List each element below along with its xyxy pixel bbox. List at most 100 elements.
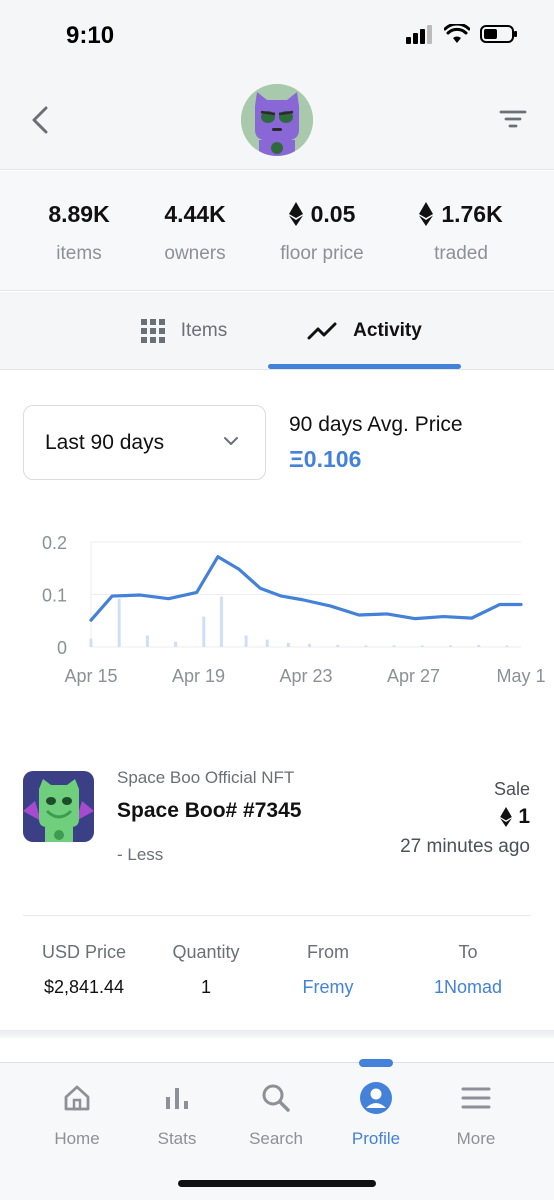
ethereum-icon bbox=[288, 202, 303, 226]
tab-bar: Items Activity bbox=[0, 292, 554, 370]
volume-bar bbox=[174, 641, 178, 647]
detail-from-label: From bbox=[307, 942, 349, 962]
filter-icon bbox=[499, 110, 527, 128]
time-range-value: Last 90 days bbox=[45, 431, 165, 454]
y-tick-label: 0 bbox=[57, 638, 67, 658]
detail-usd-label: USD Price bbox=[41, 942, 126, 962]
event-collection-name: Space Boo Official NFT bbox=[117, 768, 295, 787]
x-tick-label: Apr 23 bbox=[279, 666, 332, 686]
status-bar: 9:10 bbox=[0, 0, 554, 70]
collection-stats: 8.89K items 4.44K owners 0.05 floor pric… bbox=[0, 171, 554, 291]
stat-owners-label: owners bbox=[164, 243, 226, 264]
detail-usd-value: $2,841.44 bbox=[43, 977, 125, 997]
stat-floor-price: 0.05 floor price bbox=[266, 199, 378, 265]
stat-items-value: 8.89K bbox=[34, 199, 124, 229]
ethereum-icon bbox=[419, 202, 434, 226]
nav-stats-label: Stats bbox=[157, 1129, 197, 1148]
volume-bar bbox=[219, 596, 223, 647]
price-line bbox=[89, 555, 523, 622]
chevron-down-icon bbox=[224, 437, 238, 445]
menu-icon bbox=[461, 1087, 491, 1109]
nav-profile[interactable]: Profile bbox=[326, 1081, 426, 1149]
collection-avatar[interactable] bbox=[241, 84, 313, 156]
stat-owners-number: 4.44K bbox=[164, 200, 226, 227]
detail-qty-value: 1 bbox=[200, 977, 211, 997]
volume-bar bbox=[336, 644, 340, 647]
detail-from-link[interactable]: Fremy bbox=[276, 977, 380, 998]
ethereum-icon bbox=[500, 807, 513, 827]
stat-owners: 4.44K owners bbox=[147, 199, 243, 265]
stat-floor-number: 0.05 bbox=[310, 200, 356, 227]
back-button[interactable] bbox=[26, 100, 56, 140]
volume-bar bbox=[89, 638, 93, 647]
nav-search-label: Search bbox=[249, 1129, 303, 1148]
volume-bar bbox=[202, 616, 206, 647]
event-type: Sale bbox=[493, 779, 530, 799]
event-price: 1 bbox=[500, 805, 530, 829]
detail-from: From Fremy bbox=[276, 942, 380, 998]
stat-traded-label: traded bbox=[434, 243, 488, 264]
active-tab-indicator bbox=[268, 364, 461, 369]
x-tick-label: Apr 15 bbox=[64, 666, 117, 686]
filter-button[interactable] bbox=[498, 104, 528, 134]
volume-bar bbox=[265, 639, 269, 647]
less-toggle[interactable]: - Less bbox=[117, 845, 163, 865]
detail-to-label: To bbox=[458, 942, 478, 962]
stat-floor-value: 0.05 bbox=[266, 199, 378, 229]
nav-home-label: Home bbox=[54, 1129, 100, 1148]
event-time: 27 minutes ago bbox=[400, 836, 530, 857]
nav-home[interactable]: Home bbox=[27, 1081, 127, 1149]
volume-bar bbox=[449, 645, 453, 647]
profile-icon bbox=[360, 1082, 392, 1114]
trending-icon bbox=[307, 322, 337, 340]
space-boo-nft-icon bbox=[23, 771, 94, 842]
nav-search[interactable]: Search bbox=[226, 1081, 326, 1149]
collection-header bbox=[0, 70, 554, 170]
tab-activity[interactable]: Activity bbox=[268, 292, 461, 370]
stat-items-label: items bbox=[56, 243, 102, 264]
time-range-select[interactable]: Last 90 days bbox=[23, 405, 266, 480]
stat-items-number: 8.89K bbox=[48, 200, 110, 227]
status-icons bbox=[406, 24, 518, 44]
volume-bar bbox=[420, 645, 424, 647]
detail-qty-label: Quantity bbox=[172, 942, 240, 962]
stat-floor-label: floor price bbox=[280, 243, 364, 264]
volume-bar bbox=[505, 645, 509, 647]
x-tick-label: Apr 19 bbox=[172, 666, 225, 686]
y-tick-label: 0.2 bbox=[42, 533, 67, 553]
home-icon bbox=[64, 1085, 90, 1111]
volume-bar bbox=[145, 635, 149, 647]
tab-activity-label: Activity bbox=[353, 320, 422, 341]
nft-thumbnail[interactable] bbox=[23, 771, 94, 842]
detail-to-link[interactable]: 1Nomad bbox=[412, 977, 524, 998]
detail-usd-price: USD Price $2,841.44 bbox=[26, 942, 142, 998]
stat-items: 8.89K items bbox=[34, 199, 124, 265]
stat-traded-value: 1.76K bbox=[408, 199, 514, 229]
detail-to: To 1Nomad bbox=[412, 942, 524, 998]
nav-stats[interactable]: Stats bbox=[127, 1081, 227, 1149]
wifi-icon bbox=[444, 24, 470, 43]
avg-price-value: Ξ0.106 bbox=[289, 446, 362, 472]
battery-icon bbox=[480, 25, 517, 43]
tab-items[interactable]: Items bbox=[100, 292, 268, 370]
stats-icon bbox=[166, 1088, 188, 1109]
event-nft-name[interactable]: Space Boo# #7345 bbox=[117, 799, 301, 823]
x-tick-label: Apr 27 bbox=[387, 666, 440, 686]
space-boo-avatar-icon bbox=[241, 84, 313, 156]
tab-items-label: Items bbox=[180, 320, 228, 341]
stat-traded-number: 1.76K bbox=[441, 200, 503, 227]
volume-bar bbox=[117, 598, 121, 647]
event-price-value: 1 bbox=[518, 805, 530, 828]
divider bbox=[23, 915, 531, 916]
y-tick-label: 0.1 bbox=[42, 586, 67, 606]
search-icon bbox=[262, 1084, 290, 1112]
volume-bar bbox=[244, 635, 248, 647]
nav-active-indicator bbox=[359, 1059, 393, 1067]
grid-icon bbox=[140, 319, 165, 343]
volume-bar bbox=[392, 645, 396, 647]
nav-profile-label: Profile bbox=[351, 1129, 401, 1148]
stat-owners-value: 4.44K bbox=[147, 199, 243, 229]
nav-more[interactable]: More bbox=[426, 1081, 526, 1149]
signal-icon bbox=[406, 25, 432, 44]
nav-more-label: More bbox=[456, 1129, 496, 1148]
